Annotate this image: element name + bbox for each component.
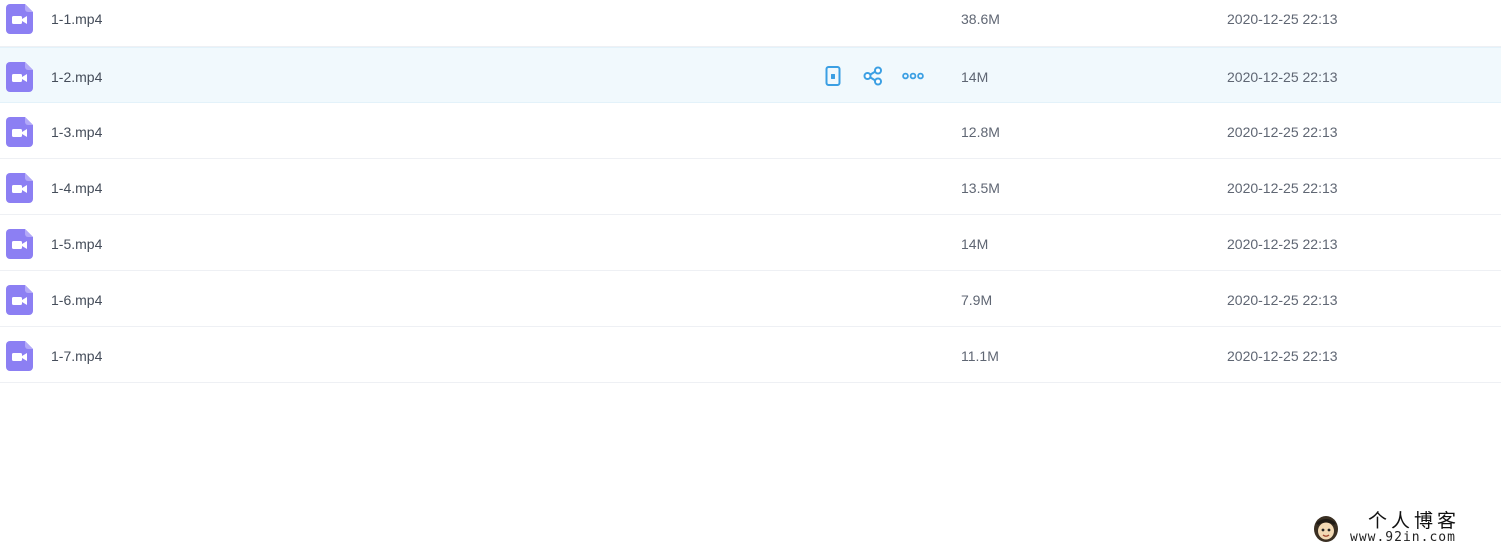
file-size: 7.9M [961, 292, 993, 308]
file-row-6[interactable]: 1-6.mp4 7.9M 2020-12-25 22:13 [0, 271, 1501, 327]
file-date: 2020-12-25 22:13 [1227, 348, 1338, 364]
watermark-title: 个人博客 [1368, 510, 1461, 532]
file-name[interactable]: 1-3.mp4 [51, 123, 102, 141]
video-file-icon [6, 62, 33, 92]
file-name[interactable]: 1-5.mp4 [51, 235, 102, 253]
video-file-icon [6, 229, 33, 259]
video-file-icon [6, 4, 33, 34]
file-row-5[interactable]: 1-5.mp4 14M 2020-12-25 22:13 [0, 215, 1501, 271]
file-size: 12.8M [961, 124, 1000, 140]
avatar-icon [1314, 516, 1338, 542]
file-name[interactable]: 1-4.mp4 [51, 179, 102, 197]
share-button[interactable] [862, 65, 884, 87]
file-name[interactable]: 1-2.mp4 [51, 68, 102, 86]
phone-icon [825, 66, 841, 86]
file-row-1[interactable]: 1-1.mp4 38.6M 2020-12-25 22:13 [0, 0, 1501, 47]
share-icon [863, 66, 882, 86]
file-size: 11.1M [961, 348, 999, 364]
file-size: 13.5M [961, 180, 1000, 196]
file-date: 2020-12-25 22:13 [1227, 180, 1338, 196]
file-date: 2020-12-25 22:13 [1227, 69, 1338, 85]
file-row-4[interactable]: 1-4.mp4 13.5M 2020-12-25 22:13 [0, 159, 1501, 215]
watermark-url: www.92in.com [1350, 530, 1456, 545]
video-file-icon [6, 341, 33, 371]
file-size: 14M [961, 236, 989, 252]
file-name[interactable]: 1-7.mp4 [51, 347, 102, 365]
file-size: 14M [961, 69, 989, 85]
video-file-icon [6, 285, 33, 315]
file-date: 2020-12-25 22:13 [1227, 124, 1338, 140]
more-icon [902, 72, 924, 80]
video-file-icon [6, 117, 33, 147]
file-name[interactable]: 1-1.mp4 [51, 10, 102, 28]
file-row-3[interactable]: 1-3.mp4 12.8M 2020-12-25 22:13 [0, 103, 1501, 159]
file-date: 2020-12-25 22:13 [1227, 236, 1338, 252]
file-name[interactable]: 1-6.mp4 [51, 291, 102, 309]
video-file-icon [6, 173, 33, 203]
file-size: 38.6M [961, 11, 1000, 27]
file-list: 1-1.mp4 38.6M 2020-12-25 22:13 1-2.mp4 1… [0, 0, 1501, 383]
more-button[interactable] [902, 65, 924, 87]
file-date: 2020-12-25 22:13 [1227, 292, 1338, 308]
file-date: 2020-12-25 22:13 [1227, 11, 1338, 27]
row-actions [822, 65, 942, 87]
send-to-phone-button[interactable] [822, 65, 844, 87]
file-row-2[interactable]: 1-2.mp4 14M 2020-12-25 22:13 [0, 47, 1501, 103]
blog-watermark: 个人博客 www.92in.com [1304, 510, 1499, 546]
file-row-7[interactable]: 1-7.mp4 11.1M 2020-12-25 22:13 [0, 327, 1501, 383]
